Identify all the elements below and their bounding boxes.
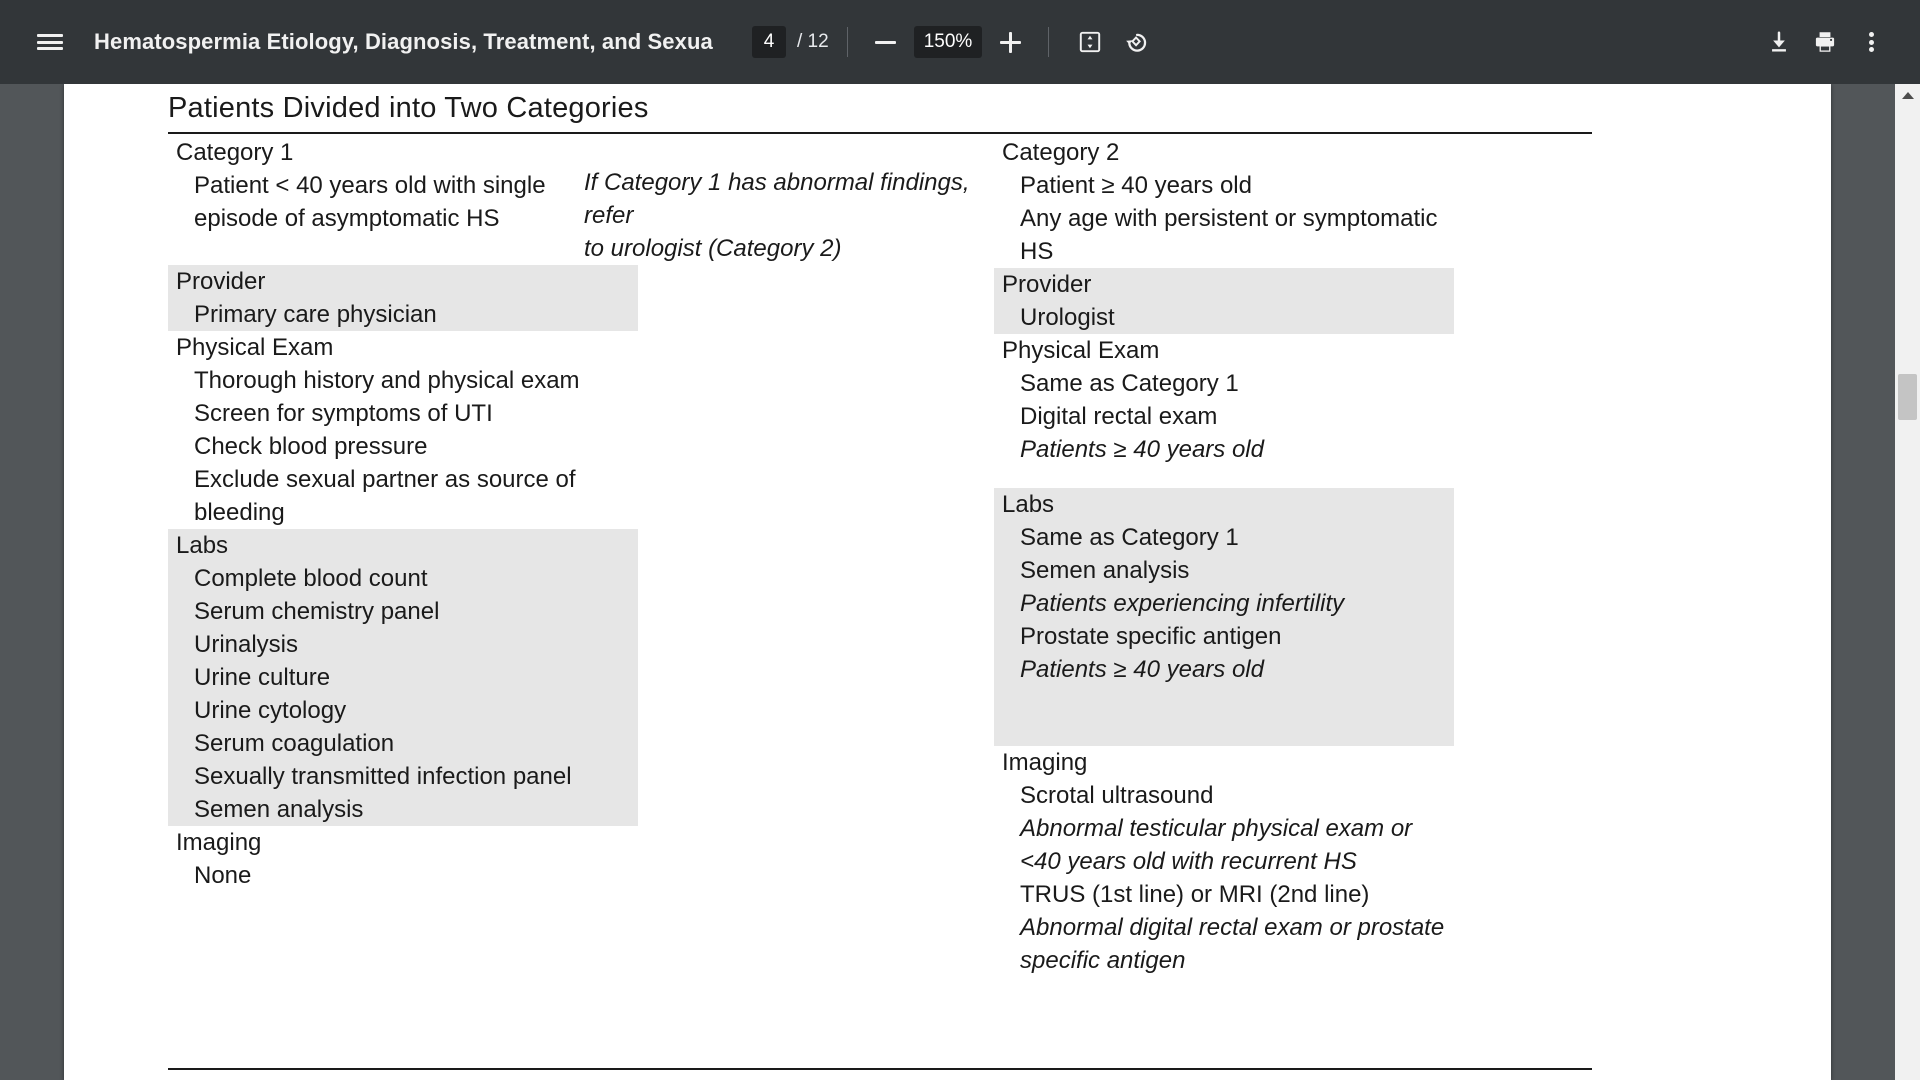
more-dots — [1868, 30, 1874, 55]
section-item: Exclude sexual partner as source of — [194, 466, 576, 493]
section-header: Imaging — [1002, 749, 1088, 776]
hamburger-menu-icon[interactable] — [26, 18, 74, 66]
section-item: None — [194, 862, 252, 889]
vertical-scrollbar[interactable] — [1895, 84, 1920, 1080]
category-1-criteria-line: episode of asymptomatic HS — [194, 205, 500, 232]
category-1-column: Category 1 Patient < 40 years old with s… — [168, 136, 638, 892]
page-total-label: / 12 — [797, 31, 829, 52]
category-1-intro: Category 1 Patient < 40 years old with s… — [168, 136, 638, 235]
left-provider-block: Provider Primary care physician — [168, 265, 638, 331]
more-vertical-icon[interactable] — [1848, 19, 1894, 65]
pdf-page: Patients Divided into Two Categories Cat… — [64, 84, 1831, 1080]
category-2-column: Category 2 Patient ≥ 40 years old Any ag… — [994, 136, 1454, 977]
category-2-header: Category 2 — [1002, 139, 1120, 166]
right-imaging-block: Imaging Scrotal ultrasound Abnormal test… — [994, 746, 1454, 977]
category-2-criteria-line: HS — [1020, 238, 1054, 265]
section-item: Screen for symptoms of UTI — [194, 400, 493, 427]
title-rule — [168, 132, 1592, 134]
section-item: bleeding — [194, 499, 285, 526]
section-item: Same as Category 1 — [1020, 370, 1239, 397]
section-item: Same as Category 1 — [1020, 524, 1239, 551]
pdf-viewer-area[interactable]: Patients Divided into Two Categories Cat… — [0, 84, 1920, 1080]
category-2-criteria-line: Patient ≥ 40 years old — [1020, 172, 1252, 199]
section-item: Primary care physician — [194, 301, 437, 328]
section-header: Labs — [176, 532, 229, 559]
section-item: Sexually transmitted infection panel — [194, 763, 572, 790]
category-2-criteria-line: Any age with persistent or symptomatic — [1020, 205, 1438, 232]
section-item: specific antigen — [1020, 947, 1186, 974]
section-item: TRUS (1st line) or MRI (2nd line) — [1020, 881, 1370, 908]
right-physical-exam-block: Physical Exam Same as Category 1 Digital… — [994, 334, 1454, 466]
middle-note-column: If Category 1 has abnormal findings, ref… — [584, 136, 984, 265]
left-physical-exam-block: Physical Exam Thorough history and physi… — [168, 331, 638, 529]
section-item: Patients ≥ 40 years old — [1020, 436, 1264, 463]
zoom-controls: 150% — [866, 22, 1031, 62]
plus-icon[interactable] — [990, 22, 1030, 62]
category-1-header: Category 1 — [176, 139, 294, 166]
hamburger-bars — [37, 31, 63, 54]
section-item: Scrotal ultrasound — [1020, 782, 1214, 809]
section-item: Prostate specific antigen — [1020, 623, 1282, 650]
section-item: Abnormal testicular physical exam or — [1020, 815, 1413, 842]
section-item: Urine culture — [194, 664, 331, 691]
right-provider-block: Provider Urologist — [994, 268, 1454, 334]
toolbar-right-actions — [1756, 19, 1894, 65]
toolbar-divider-2 — [1048, 27, 1050, 57]
bottom-rule — [168, 1068, 1592, 1070]
slide-title: Patients Divided into Two Categories — [168, 92, 649, 124]
section-item: Serum chemistry panel — [194, 598, 440, 625]
slide-content: Patients Divided into Two Categories Cat… — [64, 84, 1831, 1080]
section-header: Physical Exam — [176, 334, 334, 361]
category-1-criteria-line: Patient < 40 years old with single — [194, 172, 546, 199]
zoom-level-label[interactable]: 150% — [913, 26, 983, 58]
section-item: Patients ≥ 40 years old — [1020, 656, 1264, 683]
section-item: Thorough history and physical exam — [194, 367, 580, 394]
section-item: <40 years old with recurrent HS — [1020, 848, 1357, 875]
section-item: Urologist — [1020, 304, 1115, 331]
section-item: Urinalysis — [194, 631, 299, 658]
section-header: Labs — [1002, 491, 1055, 518]
section-item: Complete blood count — [194, 565, 428, 592]
section-header: Physical Exam — [1002, 337, 1160, 364]
page-navigation: / 12 — [752, 26, 829, 58]
pdf-toolbar: Hematospermia Etiology, Diagnosis, Treat… — [0, 0, 1920, 84]
category-2-intro: Category 2 Patient ≥ 40 years old Any ag… — [994, 136, 1454, 268]
fit-to-page-icon[interactable] — [1067, 19, 1113, 65]
referral-note-line: If Category 1 has abnormal findings, ref… — [584, 169, 970, 229]
section-header: Provider — [176, 268, 266, 295]
print-icon[interactable] — [1802, 19, 1848, 65]
page-number-input[interactable] — [752, 26, 786, 58]
section-item: Urine cytology — [194, 697, 347, 724]
section-item: Patients experiencing infertility — [1020, 590, 1345, 617]
scroll-thumb[interactable] — [1898, 374, 1917, 420]
section-header: Imaging — [176, 829, 262, 856]
section-item: Abnormal digital rectal exam or prostate — [1020, 914, 1445, 941]
scroll-up-arrow-icon[interactable] — [1895, 84, 1920, 106]
left-labs-block: Labs Complete blood count Serum chemistr… — [168, 529, 638, 826]
download-icon[interactable] — [1756, 19, 1802, 65]
section-item: Semen analysis — [1020, 557, 1190, 584]
minus-icon[interactable] — [866, 22, 906, 62]
left-imaging-block: Imaging None — [168, 826, 638, 892]
section-item: Serum coagulation — [194, 730, 395, 757]
referral-note-line: to urologist (Category 2) — [584, 235, 842, 262]
right-labs-block: Labs Same as Category 1 Semen analysis P… — [994, 488, 1454, 746]
toolbar-divider — [846, 27, 848, 57]
section-item: Check blood pressure — [194, 433, 428, 460]
section-item: Digital rectal exam — [1020, 403, 1218, 430]
rotate-counterclockwise-icon[interactable] — [1113, 19, 1159, 65]
section-header: Provider — [1002, 271, 1092, 298]
view-controls — [1067, 19, 1159, 65]
document-title: Hematospermia Etiology, Diagnosis, Treat… — [94, 29, 714, 54]
section-item: Semen analysis — [194, 796, 364, 823]
